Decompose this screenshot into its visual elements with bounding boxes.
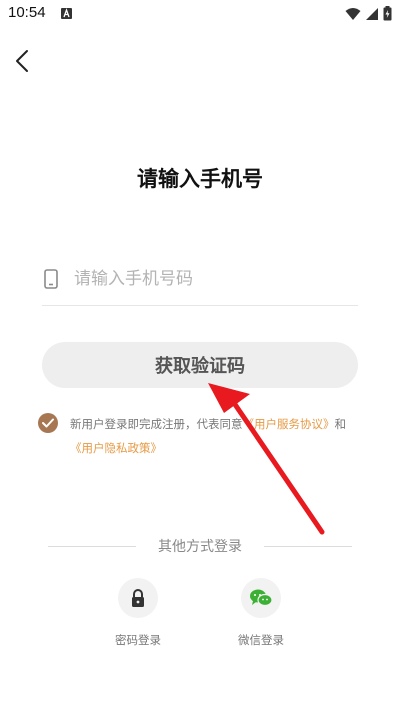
wechat-icon <box>241 578 281 618</box>
agreement-row: 新用户登录即完成注册，代表同意《用户服务协议》和《用户隐私政策》 <box>38 412 368 460</box>
get-verification-code-button[interactable]: 获取验证码 <box>42 342 358 388</box>
wechat-login-button[interactable]: 微信登录 <box>221 578 301 648</box>
agreement-prefix: 新用户登录即完成注册，代表同意 <box>70 417 243 431</box>
privacy-policy-link[interactable]: 《用户隐私政策》 <box>70 441 162 455</box>
agreement-and: 和 <box>334 417 347 431</box>
terms-of-service-link[interactable]: 《用户服务协议》 <box>243 417 335 431</box>
status-bar: 10:54 <box>0 0 400 28</box>
status-icons <box>345 6 392 25</box>
password-login-label: 密码登录 <box>115 633 161 647</box>
phone-input-row <box>42 252 358 306</box>
lock-icon <box>118 578 158 618</box>
other-login-divider: 其他方式登录 <box>48 534 352 558</box>
agreement-text: 新用户登录即完成注册，代表同意《用户服务协议》和《用户隐私政策》 <box>70 412 368 460</box>
notification-icon <box>61 8 72 19</box>
wechat-login-label: 微信登录 <box>238 633 284 647</box>
divider-line-right <box>264 545 352 547</box>
wifi-icon <box>345 6 361 25</box>
password-login-button[interactable]: 密码登录 <box>98 578 178 648</box>
status-time: 10:54 <box>8 4 46 21</box>
mobile-phone-icon <box>44 268 64 290</box>
divider-line-left <box>48 545 136 547</box>
agreement-checkbox[interactable] <box>38 413 58 433</box>
chevron-left-icon <box>15 49 29 77</box>
back-button[interactable] <box>8 48 36 78</box>
phone-number-input[interactable] <box>74 263 344 294</box>
battery-charging-icon <box>383 6 392 25</box>
cell-signal-icon <box>365 6 379 25</box>
other-login-label: 其他方式登录 <box>158 539 242 555</box>
page-title: 请输入手机号 <box>137 167 263 191</box>
